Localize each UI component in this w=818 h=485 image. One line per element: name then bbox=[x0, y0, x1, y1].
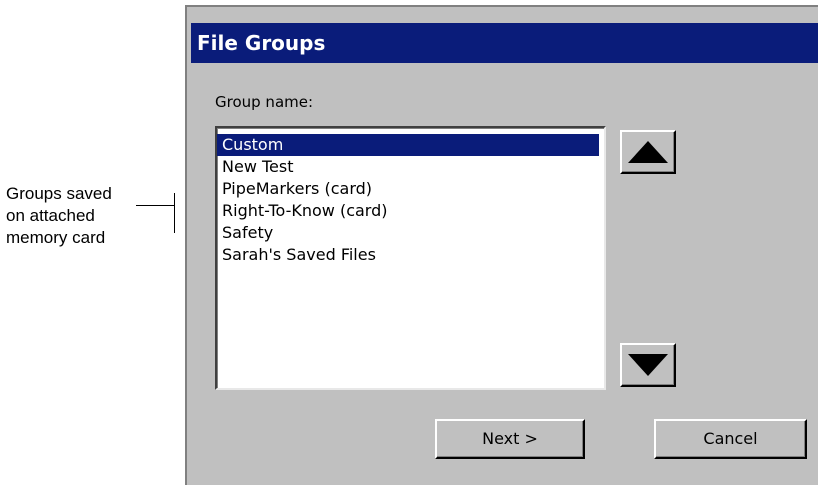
list-item-sarahs-saved-files[interactable]: Sarah's Saved Files bbox=[217, 244, 599, 266]
page: Groups saved on attached memory card Fil… bbox=[0, 0, 818, 485]
callout-line-2: on attached bbox=[6, 206, 95, 225]
scroll-up-button[interactable] bbox=[620, 130, 676, 174]
group-name-listbox[interactable]: Custom New Test PipeMarkers (card) Right… bbox=[215, 126, 606, 390]
group-list: Custom New Test PipeMarkers (card) Right… bbox=[217, 128, 604, 266]
list-item-right-to-know[interactable]: Right-To-Know (card) bbox=[217, 200, 599, 222]
dialog-title: File Groups bbox=[197, 31, 326, 55]
callout-leader-line bbox=[136, 205, 174, 206]
callout-bracket bbox=[174, 193, 175, 233]
scroll-down-button[interactable] bbox=[620, 343, 676, 387]
down-arrow-icon bbox=[628, 354, 668, 376]
list-item-custom[interactable]: Custom bbox=[217, 134, 599, 156]
callout-line-1: Groups saved bbox=[6, 184, 112, 203]
callout-line-3: memory card bbox=[6, 228, 106, 247]
dialog-title-bar: File Groups bbox=[191, 23, 818, 63]
cancel-button[interactable]: Cancel bbox=[654, 419, 807, 459]
list-item-new-test[interactable]: New Test bbox=[217, 156, 599, 178]
list-item-pipemarkers[interactable]: PipeMarkers (card) bbox=[217, 178, 599, 200]
group-name-label: Group name: bbox=[215, 93, 314, 111]
file-groups-dialog: File Groups Group name: Custom New Test … bbox=[185, 5, 818, 485]
memory-card-callout: Groups saved on attached memory card bbox=[6, 183, 176, 249]
up-arrow-icon bbox=[628, 141, 668, 163]
list-item-safety[interactable]: Safety bbox=[217, 222, 599, 244]
next-button[interactable]: Next > bbox=[435, 419, 585, 459]
